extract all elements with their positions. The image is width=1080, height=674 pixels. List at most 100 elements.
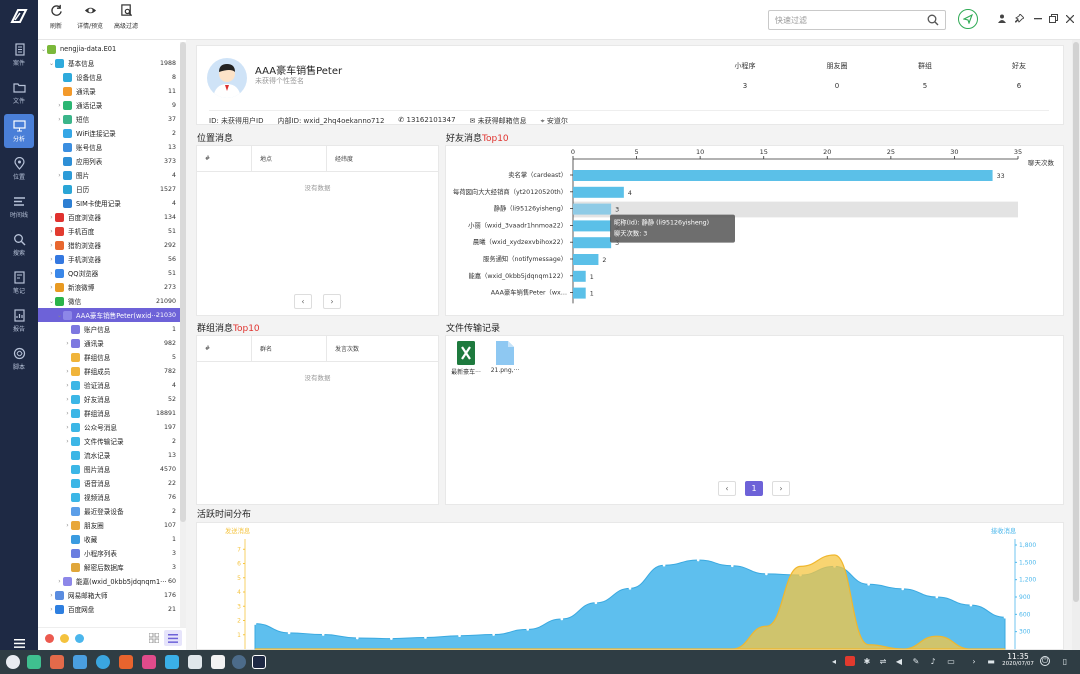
tree-node[interactable]: 设备信息 8: [38, 70, 180, 84]
expand-arrow-icon[interactable]: ›: [56, 102, 63, 109]
tray-app-icon[interactable]: [845, 656, 855, 666]
expand-arrow-icon[interactable]: ⌄: [48, 60, 55, 67]
stat-friends[interactable]: 好友 6: [989, 61, 1049, 90]
tree-node[interactable]: › 通讯录 982: [38, 336, 180, 350]
tree-node[interactable]: › 文件传输记录 2: [38, 434, 180, 448]
leftnav-item[interactable]: 搜索: [0, 228, 38, 262]
expand-arrow-icon[interactable]: ›: [64, 396, 71, 403]
stat-miniprogram[interactable]: 小程序 3: [715, 61, 775, 90]
leftnav-item[interactable]: 分析: [4, 114, 34, 148]
tray-bell-icon[interactable]: ♪: [928, 656, 938, 666]
quick-filter-input[interactable]: 快速过滤: [768, 10, 946, 30]
expand-arrow-icon[interactable]: ›: [48, 242, 55, 249]
col-place[interactable]: 地点: [252, 145, 327, 172]
tree-node[interactable]: › 好友消息 52: [38, 392, 180, 406]
expand-arrow-icon[interactable]: ›: [64, 410, 71, 417]
tree-node[interactable]: › 通话记录 9: [38, 98, 180, 112]
expand-arrow-icon[interactable]: ›: [64, 340, 71, 347]
tray-arrow-icon[interactable]: ◂: [829, 656, 839, 666]
pin-icon[interactable]: [1014, 13, 1025, 24]
leftnav-item[interactable]: 脚本: [0, 342, 38, 376]
file-item[interactable]: 21.png,···: [486, 341, 524, 374]
file-item[interactable]: 最新豪车···: [447, 341, 485, 376]
expand-arrow-icon[interactable]: ›: [64, 368, 71, 375]
expand-arrow-icon[interactable]: ⌄: [40, 46, 47, 53]
tree-node[interactable]: 语音消息 22: [38, 476, 180, 490]
app-browser-icon[interactable]: [73, 655, 87, 669]
blue-dot-icon[interactable]: [75, 634, 84, 643]
tray-expand-icon[interactable]: ›: [969, 656, 979, 666]
advanced-filter-button[interactable]: 高级过滤: [108, 4, 144, 36]
tree-node[interactable]: › 群组消息 18891: [38, 406, 180, 420]
app-calendar-icon[interactable]: [211, 655, 225, 669]
tree-node[interactable]: › 朋友圈 107: [38, 518, 180, 532]
expand-arrow-icon[interactable]: ›: [64, 438, 71, 445]
tray-bluetooth-icon[interactable]: ✱: [862, 656, 872, 666]
col-coords[interactable]: 经纬度: [327, 146, 438, 172]
grid-view-icon[interactable]: [148, 632, 160, 644]
app-forensics-icon[interactable]: [252, 655, 266, 669]
minimize-icon[interactable]: [1032, 13, 1043, 24]
app-files-icon[interactable]: [50, 655, 64, 669]
tree-node[interactable]: › 猎豹浏览器 292: [38, 238, 180, 252]
send-icon[interactable]: [958, 9, 978, 29]
prev-page-button[interactable]: ‹: [718, 481, 736, 496]
close-icon[interactable]: [1064, 13, 1075, 24]
expand-arrow-icon[interactable]: ›: [48, 592, 55, 599]
tree-node[interactable]: WiFi连接记录 2: [38, 126, 180, 140]
leftnav-item[interactable]: 报告: [0, 304, 38, 338]
expand-arrow-icon[interactable]: ›: [48, 214, 55, 221]
tree-node[interactable]: › 图片 4: [38, 168, 180, 182]
app-photos-icon[interactable]: [142, 655, 156, 669]
tree-node[interactable]: › 百度网盘 21: [38, 602, 180, 616]
tray-keyboard-icon[interactable]: ▭: [946, 656, 956, 666]
expand-arrow-icon[interactable]: ›: [48, 284, 55, 291]
app-music-icon[interactable]: [165, 655, 179, 669]
tree-node[interactable]: ⌄ 微信 21090: [38, 294, 180, 308]
tree-node[interactable]: › 网易邮箱大师 176: [38, 588, 180, 602]
tree-node[interactable]: 群组信息 5: [38, 350, 180, 364]
col-index[interactable]: #: [197, 335, 252, 362]
tree-node[interactable]: 应用列表 373: [38, 154, 180, 168]
show-desktop-icon[interactable]: ▯: [1060, 656, 1070, 666]
app-notes-icon[interactable]: [188, 655, 202, 669]
tray-usb-icon[interactable]: ⇌: [878, 656, 888, 666]
tree-node[interactable]: 视频消息 76: [38, 490, 180, 504]
next-page-button[interactable]: ›: [323, 294, 341, 309]
yellow-dot-icon[interactable]: [60, 634, 69, 643]
tree-node[interactable]: 通讯录 11: [38, 84, 180, 98]
tree-node[interactable]: SIM卡使用记录 4: [38, 196, 180, 210]
tree-node[interactable]: 流水记录 13: [38, 448, 180, 462]
col-index[interactable]: #: [197, 145, 252, 172]
tree-node[interactable]: 最近登录设备 2: [38, 504, 180, 518]
expand-arrow-icon[interactable]: ›: [64, 382, 71, 389]
leftnav-item[interactable]: 位置: [0, 152, 38, 186]
user-icon[interactable]: [996, 13, 1007, 24]
main-scrollbar[interactable]: [1072, 40, 1080, 650]
main-scrollbar-thumb[interactable]: [1073, 42, 1079, 602]
tree-node[interactable]: › 手机浏览器 56: [38, 252, 180, 266]
next-page-button[interactable]: ›: [772, 481, 790, 496]
leftnav-item[interactable]: 笔记: [0, 266, 38, 300]
tree-node[interactable]: › QQ浏览器 51: [38, 266, 180, 280]
clock[interactable]: 11:35 2020/07/07: [1000, 652, 1036, 667]
tree-node[interactable]: › 新浪微博 273: [38, 280, 180, 294]
expand-arrow-icon[interactable]: ›: [48, 606, 55, 613]
tray-pen-icon[interactable]: ✎: [911, 656, 921, 666]
tree-node[interactable]: 收藏 1: [38, 532, 180, 546]
page-button-current[interactable]: 1: [745, 481, 763, 496]
tree-node[interactable]: 账户信息 1: [38, 322, 180, 336]
detail-preview-button[interactable]: 详情/预览: [72, 4, 108, 36]
tray-volume-icon[interactable]: ◀: [894, 656, 904, 666]
leftnav-item[interactable]: 时间线: [0, 190, 38, 224]
app-store-icon[interactable]: [119, 655, 133, 669]
refresh-button[interactable]: 刷新: [38, 4, 74, 36]
tree-node[interactable]: › 短信 37: [38, 112, 180, 126]
app-settings-icon[interactable]: [232, 655, 246, 669]
tree-node[interactable]: ⌄ 基本信息 1988: [38, 56, 180, 70]
app-chrome-icon[interactable]: [96, 655, 110, 669]
expand-arrow-icon[interactable]: ⌄: [56, 312, 63, 319]
expand-arrow-icon[interactable]: ›: [56, 116, 63, 123]
tree-node[interactable]: 图片消息 4570: [38, 462, 180, 476]
restore-icon[interactable]: [1048, 13, 1059, 24]
